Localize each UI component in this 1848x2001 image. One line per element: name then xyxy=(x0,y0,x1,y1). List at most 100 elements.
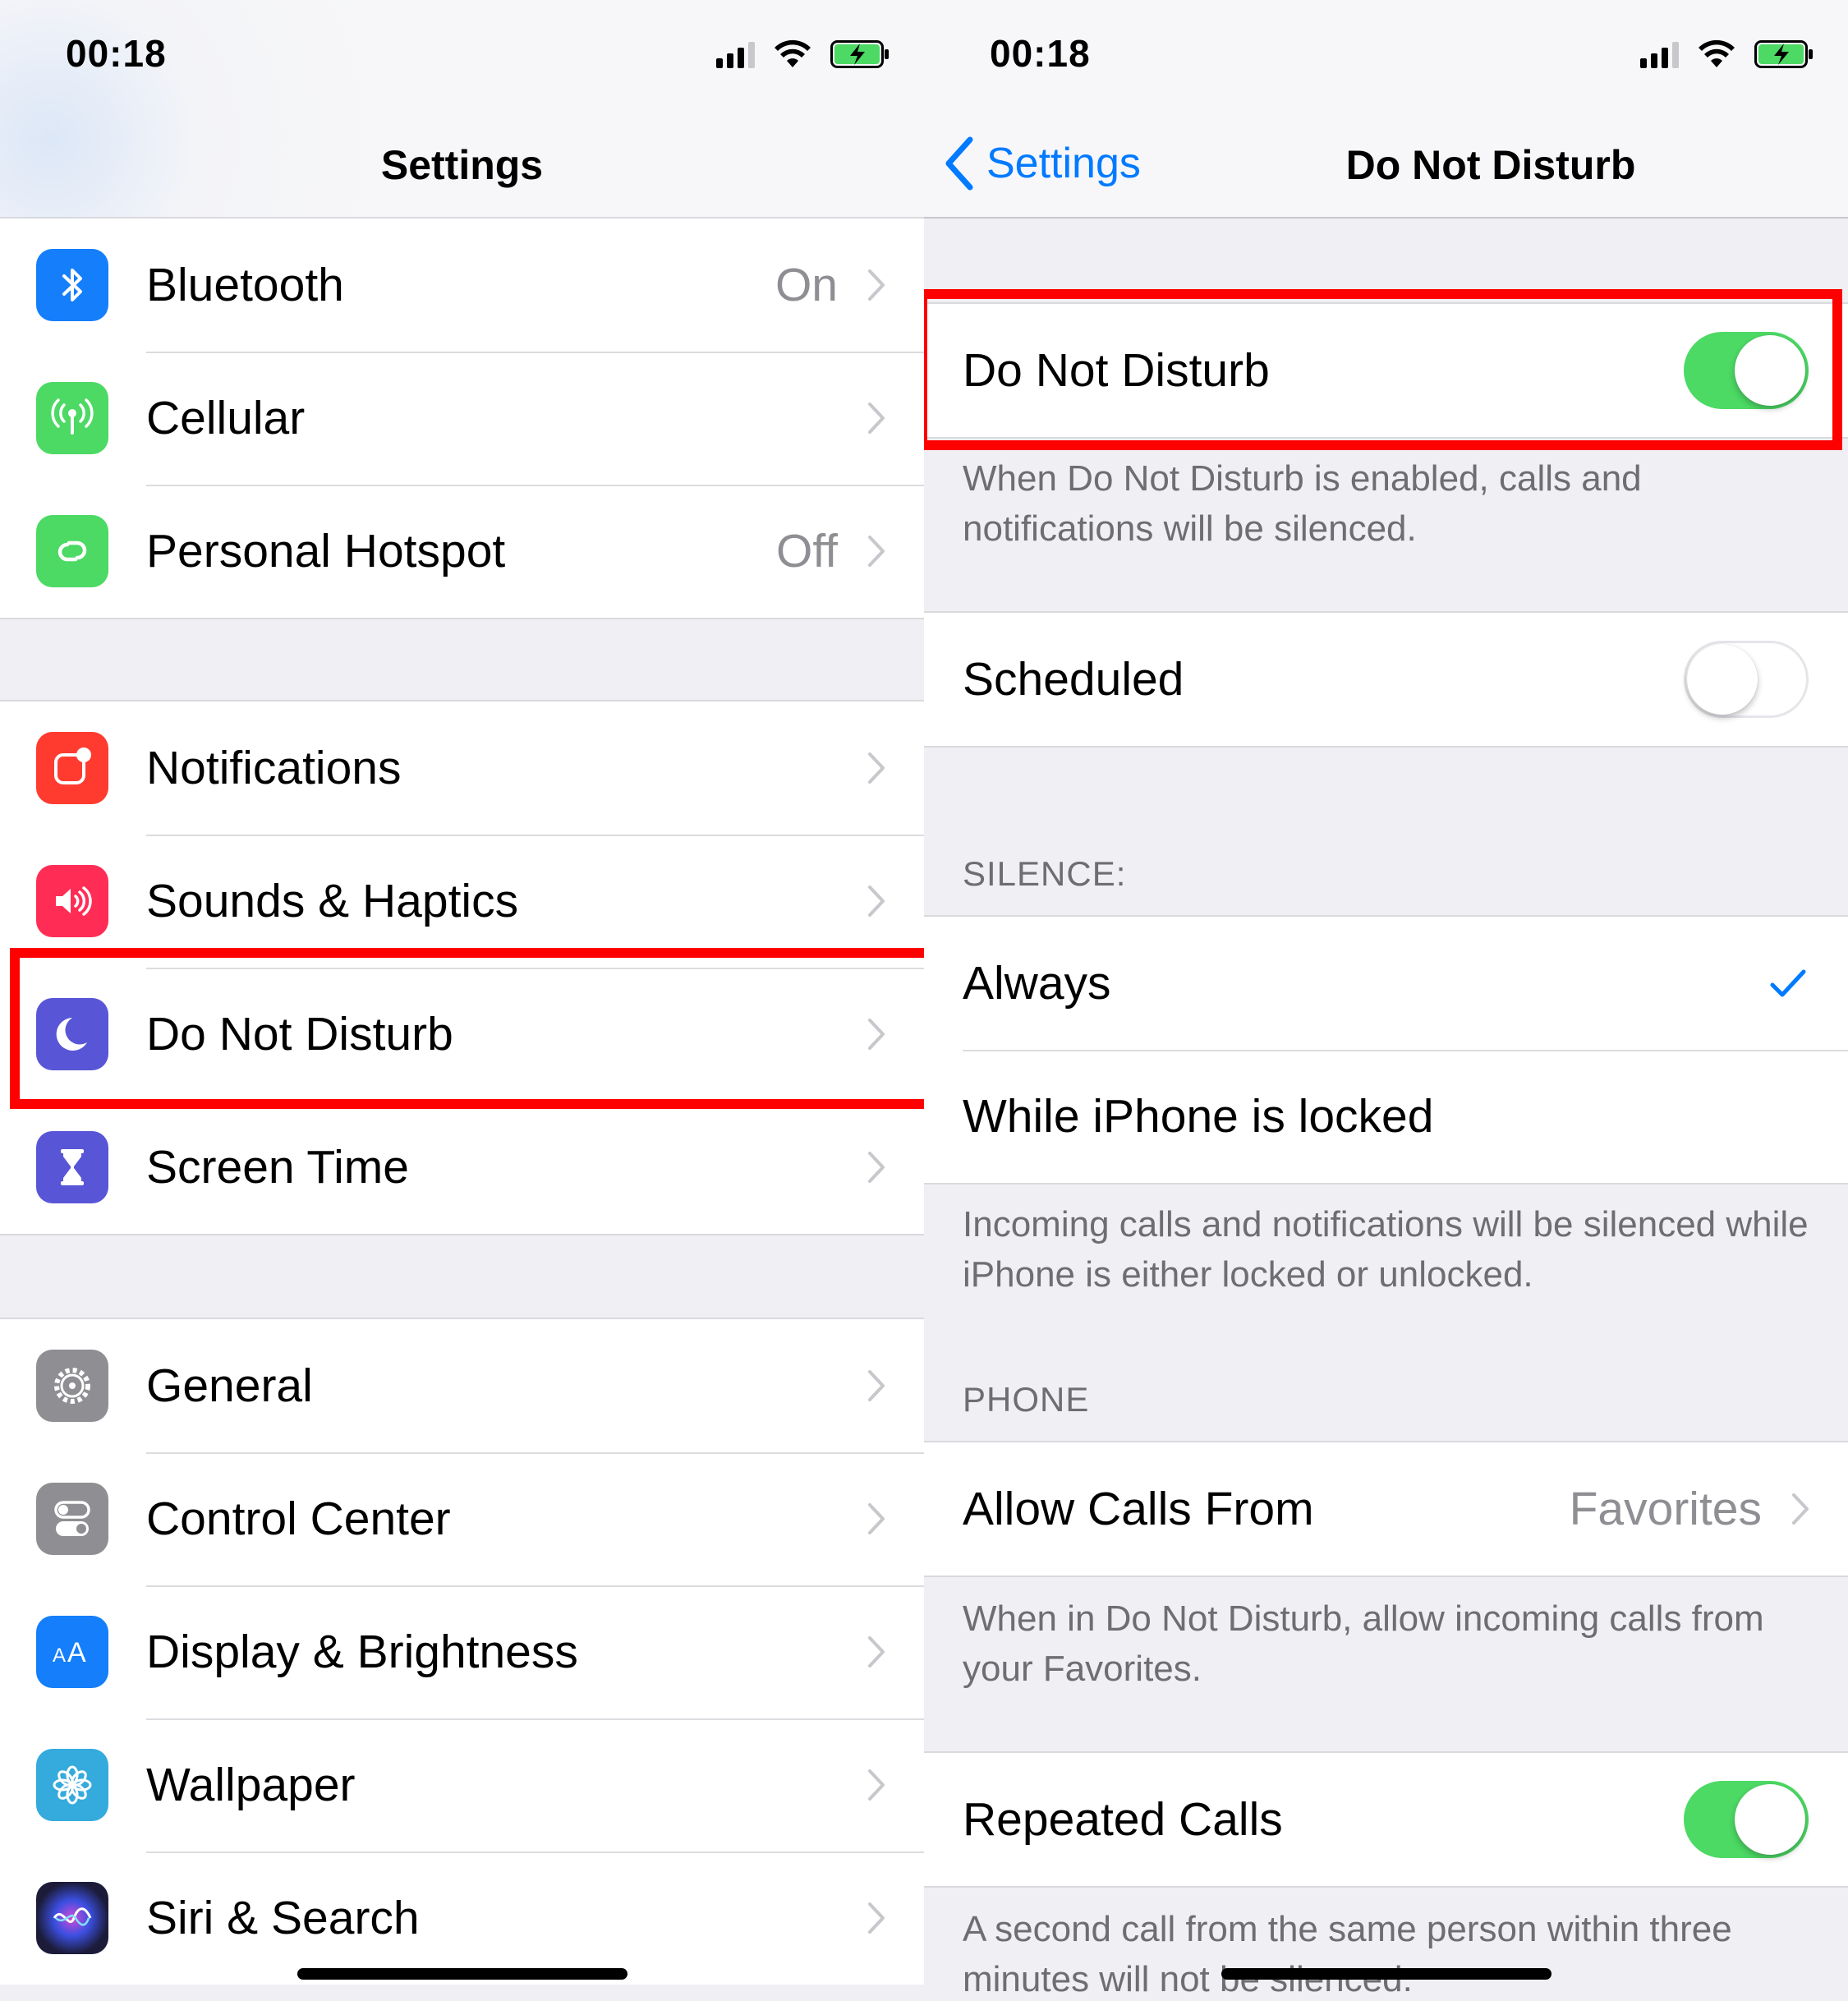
highlight-box-do-not-disturb-toggle xyxy=(924,289,1842,450)
settings-row-label: Bluetooth xyxy=(146,259,344,311)
settings-row-label: Siri & Search xyxy=(146,1892,420,1944)
settings-row-label: General xyxy=(146,1359,313,1412)
toggle-knob xyxy=(1735,1784,1805,1855)
chevron-right-icon xyxy=(868,269,885,301)
settings-row-siri-search[interactable]: Siri & Search xyxy=(0,1852,924,1985)
allow-calls-from-row[interactable]: Allow Calls From Favorites xyxy=(924,1442,1848,1576)
navigation-bar: Settings Do Not Disturb xyxy=(924,123,1848,218)
settings-row-notifications[interactable]: Notifications xyxy=(0,702,924,835)
wifi-icon xyxy=(775,39,811,67)
chevron-right-icon xyxy=(868,402,885,434)
silence-option-label: Always xyxy=(963,957,1111,1010)
do-not-disturb-pane: 00:18 Settings Do Not Disturb Do Not Dis… xyxy=(924,0,1848,2001)
speaker-icon xyxy=(36,865,108,937)
settings-row-personal-hotspot[interactable]: Personal Hotspot Off xyxy=(0,485,924,618)
settings-row-label: Control Center xyxy=(146,1493,451,1545)
repeated-calls-footer-text: A second call from the same person withi… xyxy=(963,1909,1732,1999)
flower-icon xyxy=(36,1749,108,1821)
silence-footer-text: Incoming calls and notifications will be… xyxy=(963,1204,1809,1295)
silence-option-while-locked[interactable]: While iPhone is locked xyxy=(924,1050,1848,1183)
settings-row-value: On xyxy=(775,259,838,311)
settings-row-label: Sounds & Haptics xyxy=(146,875,519,927)
wifi-icon xyxy=(1699,39,1735,67)
allow-calls-group: Allow Calls From Favorites xyxy=(924,1441,1848,1577)
repeated-calls-label: Repeated Calls xyxy=(963,1793,1283,1846)
text-size-icon: AA xyxy=(36,1616,108,1688)
gear-icon xyxy=(36,1350,108,1422)
svg-text:A: A xyxy=(53,1644,66,1667)
scheduled-row: Scheduled xyxy=(924,613,1848,746)
status-bar: 00:18 xyxy=(0,0,924,123)
scheduled-label: Scheduled xyxy=(963,653,1184,706)
settings-row-label: Personal Hotspot xyxy=(146,525,506,577)
page-title: Settings xyxy=(380,142,544,188)
page-title: Do Not Disturb xyxy=(1345,142,1636,188)
settings-row-general[interactable]: General xyxy=(0,1319,924,1452)
chevron-right-icon xyxy=(868,1636,885,1668)
highlight-box-do-not-disturb-row xyxy=(10,948,924,1109)
hotspot-icon xyxy=(36,515,108,587)
silence-option-always[interactable]: Always xyxy=(924,917,1848,1050)
home-indicator[interactable] xyxy=(297,1968,627,1980)
repeated-calls-row: Repeated Calls xyxy=(924,1753,1848,1886)
siri-icon xyxy=(36,1882,108,1954)
repeated-calls-toggle-switch[interactable] xyxy=(1684,1781,1809,1858)
chevron-right-icon xyxy=(868,1503,885,1534)
phone-section-header: PHONE xyxy=(963,1380,1090,1419)
allow-calls-value: Favorites xyxy=(1569,1483,1762,1535)
silence-group: Always While iPhone is locked xyxy=(924,915,1848,1184)
settings-row-label: Display & Brightness xyxy=(146,1626,578,1678)
settings-row-label: Notifications xyxy=(146,742,402,794)
checkmark-icon xyxy=(1770,969,1806,997)
settings-row-screen-time[interactable]: Screen Time xyxy=(0,1101,924,1234)
cellular-signal-icon xyxy=(1640,40,1679,68)
back-button-label: Settings xyxy=(986,140,1141,187)
settings-row-wallpaper[interactable]: Wallpaper xyxy=(0,1718,924,1852)
repeated-calls-group: Repeated Calls xyxy=(924,1751,1848,1888)
chevron-right-icon xyxy=(868,1769,885,1801)
chevron-right-icon xyxy=(868,1370,885,1401)
allow-calls-footer-text: When in Do Not Disturb, allow incoming c… xyxy=(963,1598,1764,1689)
settings-row-control-center[interactable]: Control Center xyxy=(0,1452,924,1585)
status-time: 00:18 xyxy=(990,32,1091,75)
settings-row-label: Cellular xyxy=(146,392,306,444)
notifications-icon xyxy=(36,732,108,804)
hourglass-icon xyxy=(36,1131,108,1203)
home-indicator[interactable] xyxy=(1221,1968,1551,1980)
settings-row-label: Wallpaper xyxy=(146,1759,356,1811)
navigation-bar: Settings xyxy=(0,123,924,218)
scheduled-toggle-switch[interactable] xyxy=(1684,641,1809,718)
settings-group-connectivity: Bluetooth On Cellular Personal Hotspot O… xyxy=(0,217,924,619)
chevron-right-icon xyxy=(868,1152,885,1183)
silence-section-header: SILENCE: xyxy=(963,854,1127,893)
chevron-right-icon xyxy=(868,752,885,784)
toggle-knob xyxy=(1687,644,1758,715)
status-time: 00:18 xyxy=(66,32,167,75)
dnd-footer-text: When Do Not Disturb is enabled, calls an… xyxy=(963,458,1642,549)
scheduled-group: Scheduled xyxy=(924,611,1848,748)
cellular-signal-icon xyxy=(716,40,755,68)
settings-row-bluetooth[interactable]: Bluetooth On xyxy=(0,218,924,352)
settings-row-value: Off xyxy=(776,525,838,577)
battery-charging-icon xyxy=(1754,40,1813,68)
chevron-right-icon xyxy=(868,886,885,917)
back-button[interactable]: Settings xyxy=(942,135,1141,192)
settings-row-label: Screen Time xyxy=(146,1141,409,1194)
antenna-icon xyxy=(36,382,108,454)
chevron-left-icon xyxy=(945,136,973,191)
settings-pane: 00:18 Settings Bluetooth On Cellular Per… xyxy=(0,0,924,2001)
status-icons xyxy=(1640,39,1814,69)
silence-option-label: While iPhone is locked xyxy=(963,1090,1434,1143)
status-icons xyxy=(716,39,890,69)
svg-text:A: A xyxy=(67,1637,86,1668)
battery-charging-icon xyxy=(830,40,889,68)
status-bar: 00:18 xyxy=(924,0,1848,123)
chevron-right-icon xyxy=(868,536,885,567)
settings-row-cellular[interactable]: Cellular xyxy=(0,352,924,485)
chevron-right-icon xyxy=(1792,1493,1809,1525)
settings-group-general: General Control Center AA Display & Brig… xyxy=(0,1318,924,1985)
bluetooth-icon xyxy=(36,249,108,321)
chevron-right-icon xyxy=(868,1902,885,1934)
switches-icon xyxy=(36,1483,108,1555)
settings-row-display-brightness[interactable]: AA Display & Brightness xyxy=(0,1585,924,1718)
